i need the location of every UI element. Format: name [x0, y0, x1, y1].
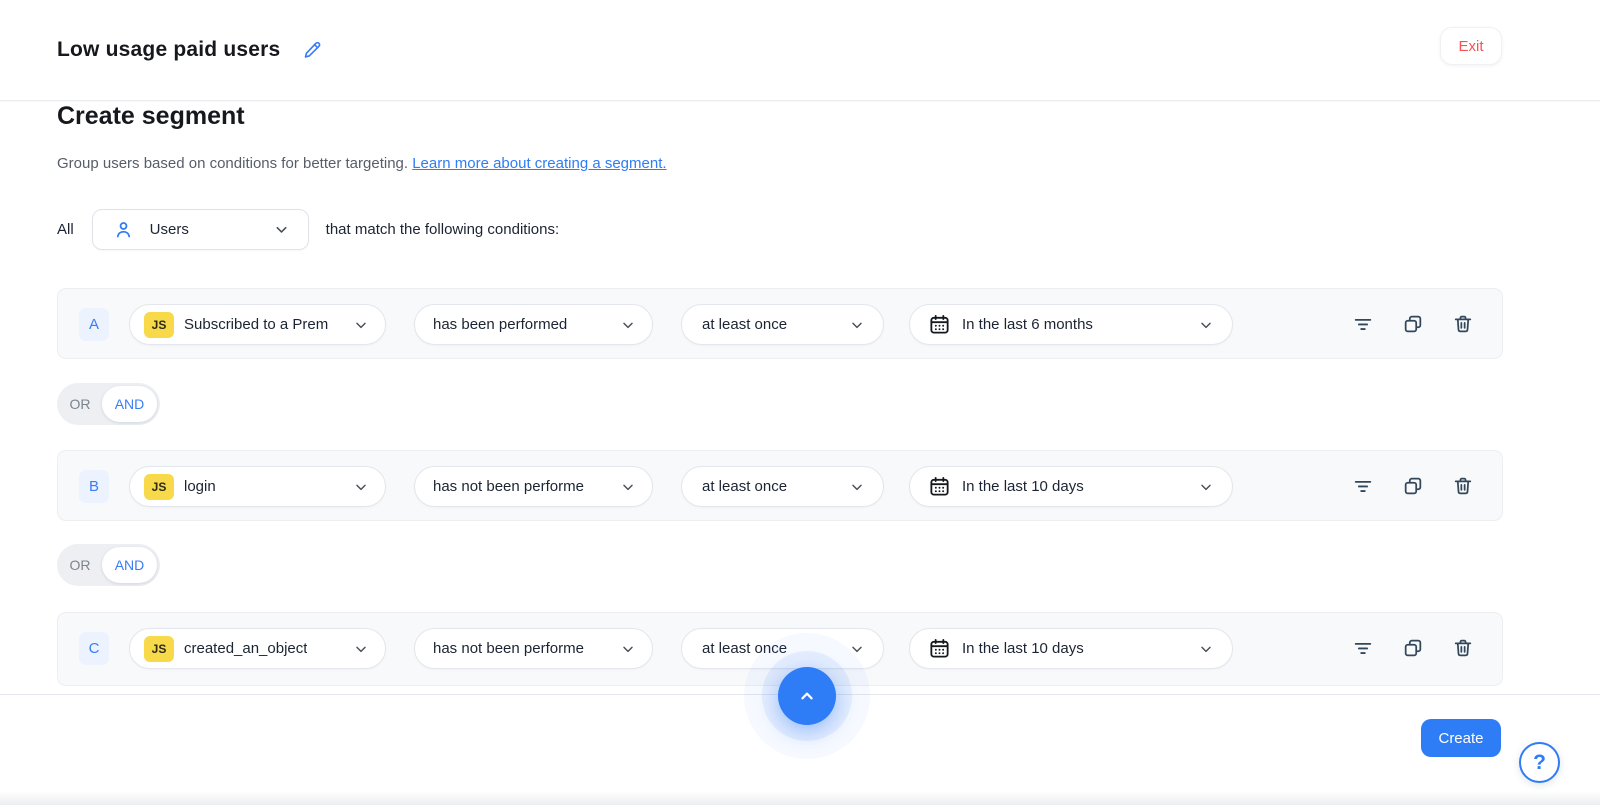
chevron-down-icon	[1198, 317, 1214, 333]
question-mark-icon: ?	[1533, 750, 1546, 774]
or-option[interactable]: OR	[57, 396, 103, 412]
filter-icon[interactable]	[1352, 475, 1374, 497]
user-icon	[113, 219, 134, 240]
trash-icon[interactable]	[1452, 313, 1474, 335]
operator-value: has been performed	[433, 316, 568, 333]
frequency-dropdown[interactable]: at least once	[681, 304, 884, 345]
condition-label-badge: B	[79, 470, 109, 503]
logic-toggle: OR AND	[57, 544, 160, 586]
event-dropdown[interactable]: JS Subscribed to a Prem	[129, 304, 386, 345]
calendar-icon	[928, 313, 951, 336]
chevron-down-icon	[849, 479, 865, 495]
chevron-down-icon	[849, 317, 865, 333]
audience-dropdown[interactable]: Users	[91, 209, 309, 250]
edit-name-button[interactable]	[302, 39, 324, 61]
filter-icon[interactable]	[1352, 637, 1374, 659]
audience-qualifier: All Users that match the following condi…	[57, 209, 559, 250]
timeframe-value: In the last 10 days	[962, 640, 1084, 657]
timeframe-value: In the last 10 days	[962, 478, 1084, 495]
chevron-down-icon	[353, 641, 369, 657]
event-value: created_an_object	[184, 640, 308, 657]
filter-icon[interactable]	[1352, 313, 1374, 335]
timeframe-dropdown[interactable]: In the last 10 days	[909, 628, 1233, 669]
timeframe-dropdown[interactable]: In the last 6 months	[909, 304, 1233, 345]
scroll-to-top-button[interactable]	[778, 667, 836, 725]
chevron-down-icon	[849, 641, 865, 657]
copy-icon[interactable]	[1402, 637, 1424, 659]
timeframe-dropdown[interactable]: In the last 10 days	[909, 466, 1233, 507]
js-event-badge: JS	[144, 473, 174, 500]
exit-button[interactable]: Exit	[1440, 27, 1502, 65]
chevron-up-icon	[796, 685, 818, 707]
operator-value: has not been performe	[433, 640, 584, 657]
learn-more-link[interactable]: Learn more about creating a segment.	[412, 155, 666, 172]
description-text: Group users based on conditions for bett…	[57, 155, 409, 172]
event-value: login	[184, 478, 216, 495]
or-option[interactable]: OR	[57, 557, 103, 573]
chevron-down-icon	[620, 317, 636, 333]
js-event-badge: JS	[144, 635, 174, 662]
operator-dropdown[interactable]: has not been performe	[414, 466, 653, 507]
footer-bar: Create ?	[0, 667, 1600, 805]
chevron-down-icon	[273, 221, 290, 238]
segment-name: Low usage paid users	[57, 38, 281, 61]
frequency-dropdown[interactable]: at least once	[681, 466, 884, 507]
condition-row-c: C JS created_an_object has not been perf…	[57, 612, 1503, 686]
condition-label-badge: C	[79, 632, 109, 665]
page-description: Group users based on conditions for bett…	[57, 155, 667, 172]
frequency-dropdown[interactable]: at least once	[681, 628, 884, 669]
trash-icon[interactable]	[1452, 637, 1474, 659]
copy-icon[interactable]	[1402, 313, 1424, 335]
segment-builder-page: Low usage paid users Exit Create segment…	[0, 0, 1600, 805]
chevron-down-icon	[620, 479, 636, 495]
event-dropdown[interactable]: JS login	[129, 466, 386, 507]
operator-dropdown[interactable]: has been performed	[414, 304, 653, 345]
frequency-value: at least once	[702, 478, 788, 495]
page-title: Create segment	[57, 102, 245, 130]
qualifier-suffix: that match the following conditions:	[325, 221, 560, 238]
qualifier-prefix: All	[57, 221, 74, 238]
chevron-down-icon	[1198, 641, 1214, 657]
help-button[interactable]: ?	[1519, 742, 1560, 783]
chevron-down-icon	[353, 479, 369, 495]
condition-label-badge: A	[79, 308, 109, 341]
and-option[interactable]: AND	[102, 386, 157, 422]
timeframe-value: In the last 6 months	[962, 316, 1093, 333]
js-event-badge: JS	[144, 311, 174, 338]
trash-icon[interactable]	[1452, 475, 1474, 497]
audience-value: Users	[149, 221, 189, 238]
operator-value: has not been performe	[433, 478, 584, 495]
pencil-icon	[302, 39, 324, 61]
condition-row-b: B JS login has not been performe at leas…	[57, 450, 1503, 521]
top-bar: Low usage paid users Exit	[0, 0, 1600, 101]
condition-row-a: A JS Subscribed to a Prem has been perfo…	[57, 288, 1503, 359]
logic-toggle: OR AND	[57, 383, 160, 425]
frequency-value: at least once	[702, 316, 788, 333]
chevron-down-icon	[620, 641, 636, 657]
create-button[interactable]: Create	[1421, 719, 1501, 757]
calendar-icon	[928, 637, 951, 660]
copy-icon[interactable]	[1402, 475, 1424, 497]
calendar-icon	[928, 475, 951, 498]
operator-dropdown[interactable]: has not been performe	[414, 628, 653, 669]
chevron-down-icon	[1198, 479, 1214, 495]
event-value: Subscribed to a Prem	[184, 316, 329, 333]
and-option[interactable]: AND	[102, 547, 157, 583]
frequency-value: at least once	[702, 640, 788, 657]
event-dropdown[interactable]: JS created_an_object	[129, 628, 386, 669]
chevron-down-icon	[353, 317, 369, 333]
